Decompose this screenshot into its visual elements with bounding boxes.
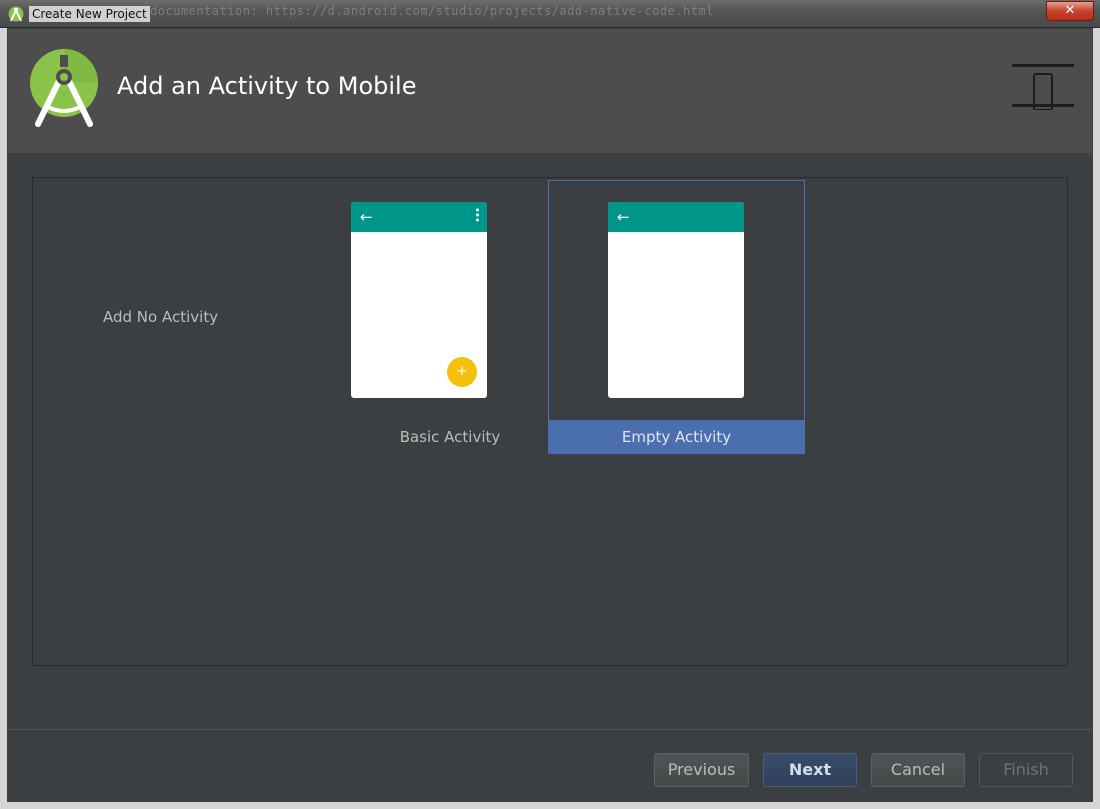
activity-gallery: Add No Activity ← + Basic Activity ← Emp…: [32, 177, 1068, 666]
overflow-menu-icon: [476, 208, 479, 222]
finish-button[interactable]: Finish: [979, 753, 1073, 787]
tile-label: Basic Activity: [399, 428, 501, 446]
previous-button[interactable]: Previous: [654, 753, 749, 787]
close-button[interactable]: ✕: [1046, 1, 1094, 21]
back-arrow-icon: ←: [360, 208, 373, 226]
empty-activity-preview: ←: [608, 202, 744, 398]
basic-activity-preview: ← +: [351, 202, 487, 398]
app-toolbar: ←: [608, 202, 744, 232]
phone-device-icon: [1012, 64, 1074, 110]
tile-label: Empty Activity: [621, 428, 732, 446]
wizard-header: Add an Activity to Mobile: [8, 29, 1092, 153]
android-studio-icon: [8, 6, 24, 22]
tile-empty-activity[interactable]: ← Empty Activity: [548, 180, 805, 454]
tile-add-no-activity[interactable]: Add No Activity: [73, 178, 253, 454]
app-toolbar: ←: [351, 202, 487, 232]
back-arrow-icon: ←: [617, 208, 630, 226]
fab-add-icon: +: [447, 357, 477, 387]
background-window-text: documentation: https://d.android.com/stu…: [150, 4, 714, 18]
footer-divider: [8, 729, 1092, 730]
tile-label: Add No Activity: [103, 308, 219, 326]
next-button[interactable]: Next: [763, 753, 857, 787]
tile-basic-activity[interactable]: ← + Basic Activity: [322, 178, 577, 454]
cancel-button[interactable]: Cancel: [871, 753, 965, 787]
android-studio-icon: [30, 49, 98, 127]
window-title: Create New Project: [29, 6, 150, 22]
window-titlebar: Create New Project documentation: https:…: [0, 0, 1100, 28]
close-icon: ✕: [1064, 3, 1076, 18]
page-title: Add an Activity to Mobile: [117, 72, 417, 100]
